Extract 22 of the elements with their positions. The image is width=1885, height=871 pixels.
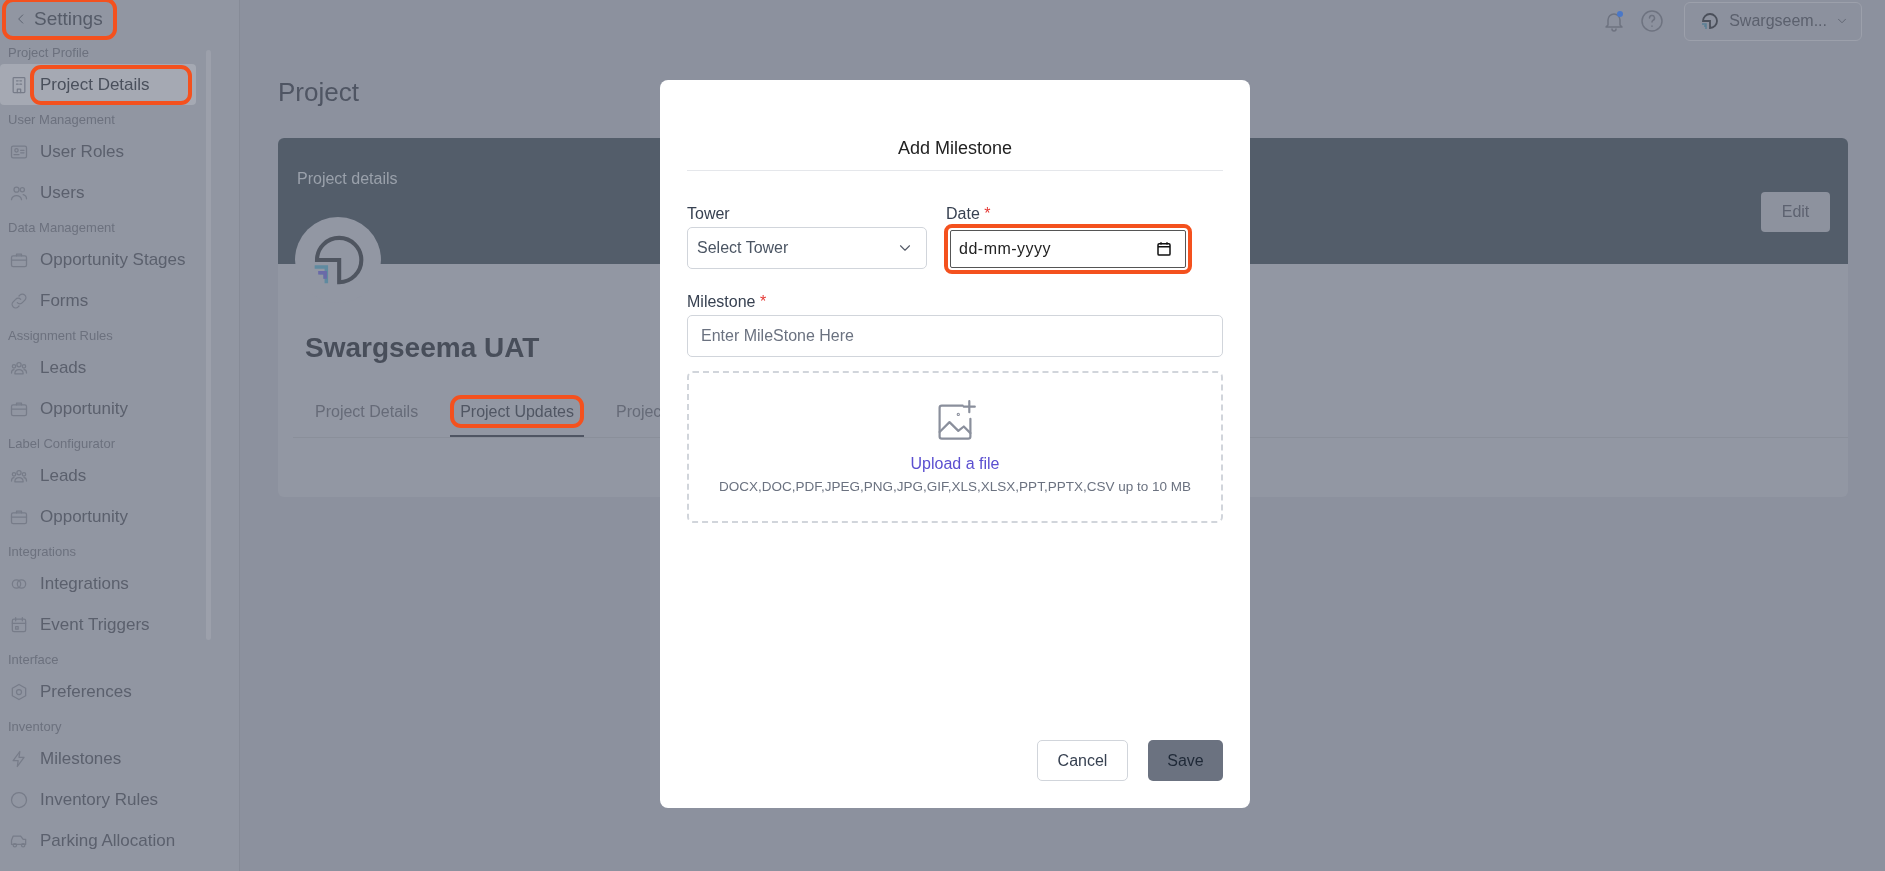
upload-hint: DOCX,DOC,PDF,JPEG,PNG,JPG,GIF,XLS,XLSX,PPT,PPTX,CSV up to 10 MB: [719, 479, 1191, 494]
back-link[interactable]: Settings: [8, 4, 111, 34]
calendar-icon[interactable]: [1155, 240, 1173, 258]
save-button[interactable]: Save: [1148, 740, 1223, 781]
upload-dropzone[interactable]: Upload a file DOCX,DOC,PDF,JPEG,PNG,JPG,GIF,XLS,XLSX,PPT,PPTX,CSV up to 10 MB: [687, 371, 1223, 523]
dialog-title: Add Milestone: [687, 132, 1223, 171]
tower-select[interactable]: Select Tower: [687, 227, 927, 269]
page-title: Project: [278, 76, 359, 108]
field-label: Milestone *: [687, 292, 768, 312]
field-label: Tower: [687, 204, 731, 224]
help-icon[interactable]: [1640, 9, 1665, 33]
project-name: Swargseema UAT: [305, 332, 540, 364]
cancel-button[interactable]: Cancel: [1037, 740, 1128, 781]
field-label: Date *: [946, 204, 992, 224]
gear-icon: [9, 681, 29, 702]
tab[interactable]: Project Updates: [450, 395, 584, 437]
card-header-label: Project details: [297, 170, 398, 188]
sidebar-item[interactable]: Project Details: [0, 64, 196, 105]
input-field[interactable]: Enter MileStone Here: [687, 315, 1223, 357]
upload-link[interactable]: Upload a file: [910, 455, 1000, 473]
circle-icon: [9, 789, 29, 810]
calendar-icon: [9, 614, 29, 635]
